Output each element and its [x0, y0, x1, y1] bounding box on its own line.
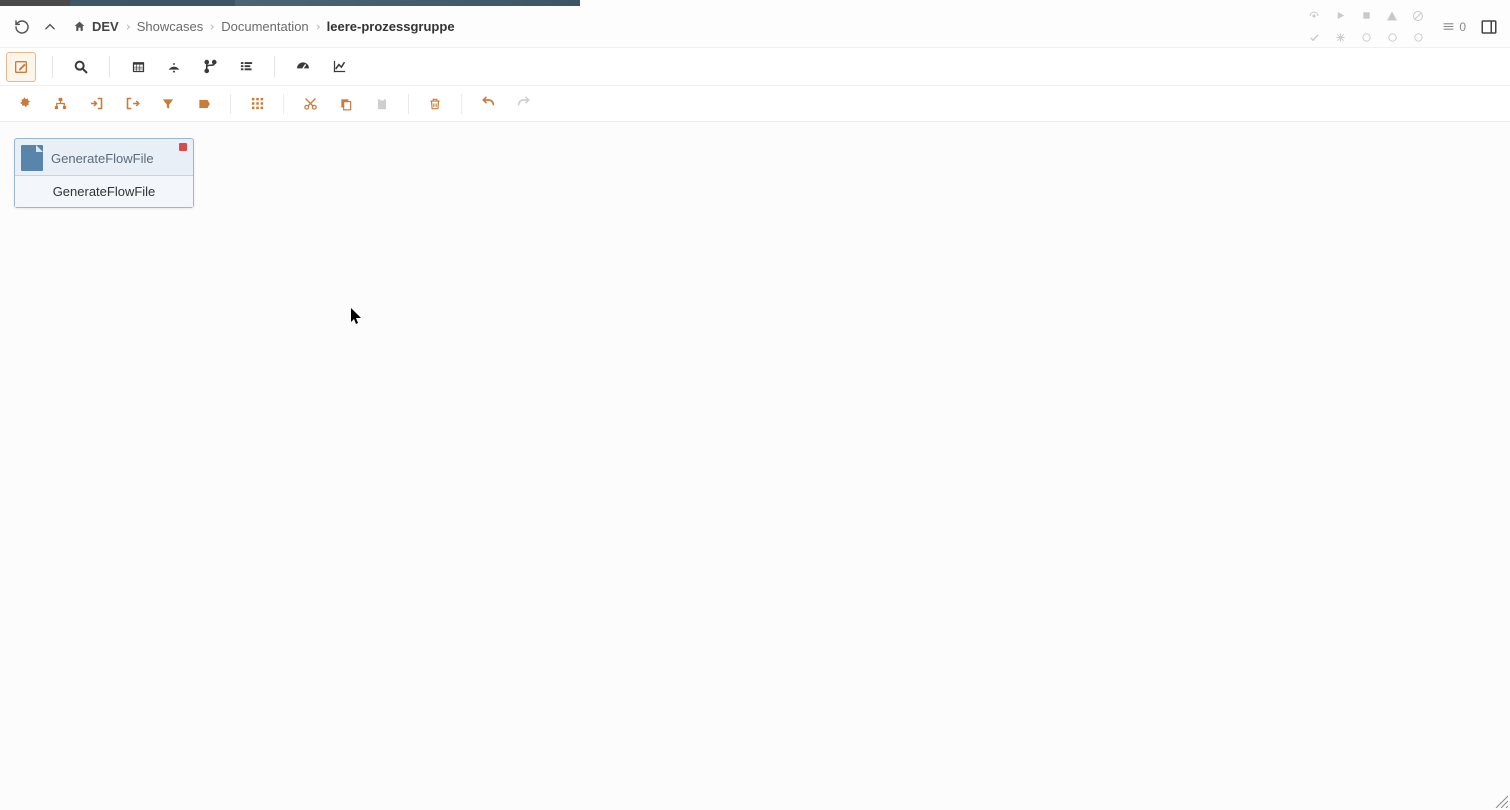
check-icon: [1304, 28, 1324, 48]
secondary-toolbar: [0, 86, 1510, 122]
separator: [52, 56, 53, 78]
grid-button[interactable]: [239, 90, 275, 118]
processor-type-label: GenerateFlowFile: [15, 175, 193, 207]
separator: [109, 56, 110, 78]
delete-button[interactable]: [417, 90, 453, 118]
branch-button[interactable]: [192, 52, 228, 82]
play-icon: [1330, 6, 1350, 26]
document-icon: [21, 145, 43, 171]
circle-icon: [1356, 28, 1376, 48]
separator: [408, 94, 409, 114]
topbar-right: 0: [1304, 6, 1502, 48]
paste-button: [364, 90, 400, 118]
breadcrumb-root[interactable]: DEV: [92, 19, 119, 34]
disable-button[interactable]: [114, 90, 150, 118]
transmit-icon: [1304, 6, 1324, 26]
enable-button[interactable]: [78, 90, 114, 118]
cut-button[interactable]: [292, 90, 328, 118]
circle-icon: [1408, 28, 1428, 48]
primary-toolbar: [0, 48, 1510, 86]
services-button[interactable]: [156, 52, 192, 82]
edit-mode-button[interactable]: [6, 52, 36, 82]
copy-button[interactable]: [328, 90, 364, 118]
funnel-button[interactable]: [150, 90, 186, 118]
separator: [461, 94, 462, 114]
hierarchy-button[interactable]: [42, 90, 78, 118]
panel-toggle-button[interactable]: [1476, 14, 1502, 40]
processor-status-stopped: [179, 143, 187, 151]
refresh-button[interactable]: [8, 13, 36, 41]
chevron-right-icon: [207, 23, 217, 31]
search-button[interactable]: [63, 52, 99, 82]
warning-icon: [1382, 6, 1402, 26]
calendar-button[interactable]: [120, 52, 156, 82]
label-button[interactable]: [186, 90, 222, 118]
processor-header: GenerateFlowFile: [15, 139, 193, 175]
asterisk-icon: [1330, 28, 1350, 48]
circle-icon: [1382, 28, 1402, 48]
undo-button[interactable]: [470, 90, 506, 118]
separator: [274, 56, 275, 78]
queue-count: 0: [1442, 20, 1466, 34]
breadcrumb: DEV Showcases Documentation leere-prozes…: [70, 13, 455, 41]
breadcrumb-item-1[interactable]: Showcases: [137, 19, 203, 34]
list-button[interactable]: [228, 52, 264, 82]
dashboard-button[interactable]: [285, 52, 321, 82]
top-bar: DEV Showcases Documentation leere-prozes…: [0, 6, 1510, 48]
processor-node[interactable]: GenerateFlowFile GenerateFlowFile: [14, 138, 194, 208]
redo-button: [506, 90, 542, 118]
breadcrumb-item-current[interactable]: leere-prozessgruppe: [327, 19, 455, 34]
processor-title: GenerateFlowFile: [51, 151, 154, 166]
stop-icon: [1356, 6, 1376, 26]
separator: [283, 94, 284, 114]
breadcrumb-item-2[interactable]: Documentation: [221, 19, 308, 34]
chevron-right-icon: [123, 23, 133, 31]
resize-grip-icon: [1494, 794, 1508, 808]
home-icon[interactable]: [70, 13, 88, 41]
flow-canvas[interactable]: GenerateFlowFile GenerateFlowFile: [0, 122, 1510, 810]
mouse-cursor-icon: [351, 308, 363, 326]
chart-button[interactable]: [321, 52, 357, 82]
chevron-right-icon: [313, 23, 323, 31]
separator: [230, 94, 231, 114]
settings-button[interactable]: [6, 90, 42, 118]
disabled-icon: [1408, 6, 1428, 26]
queue-count-value: 0: [1459, 20, 1466, 34]
nav-up-button[interactable]: [36, 13, 64, 41]
